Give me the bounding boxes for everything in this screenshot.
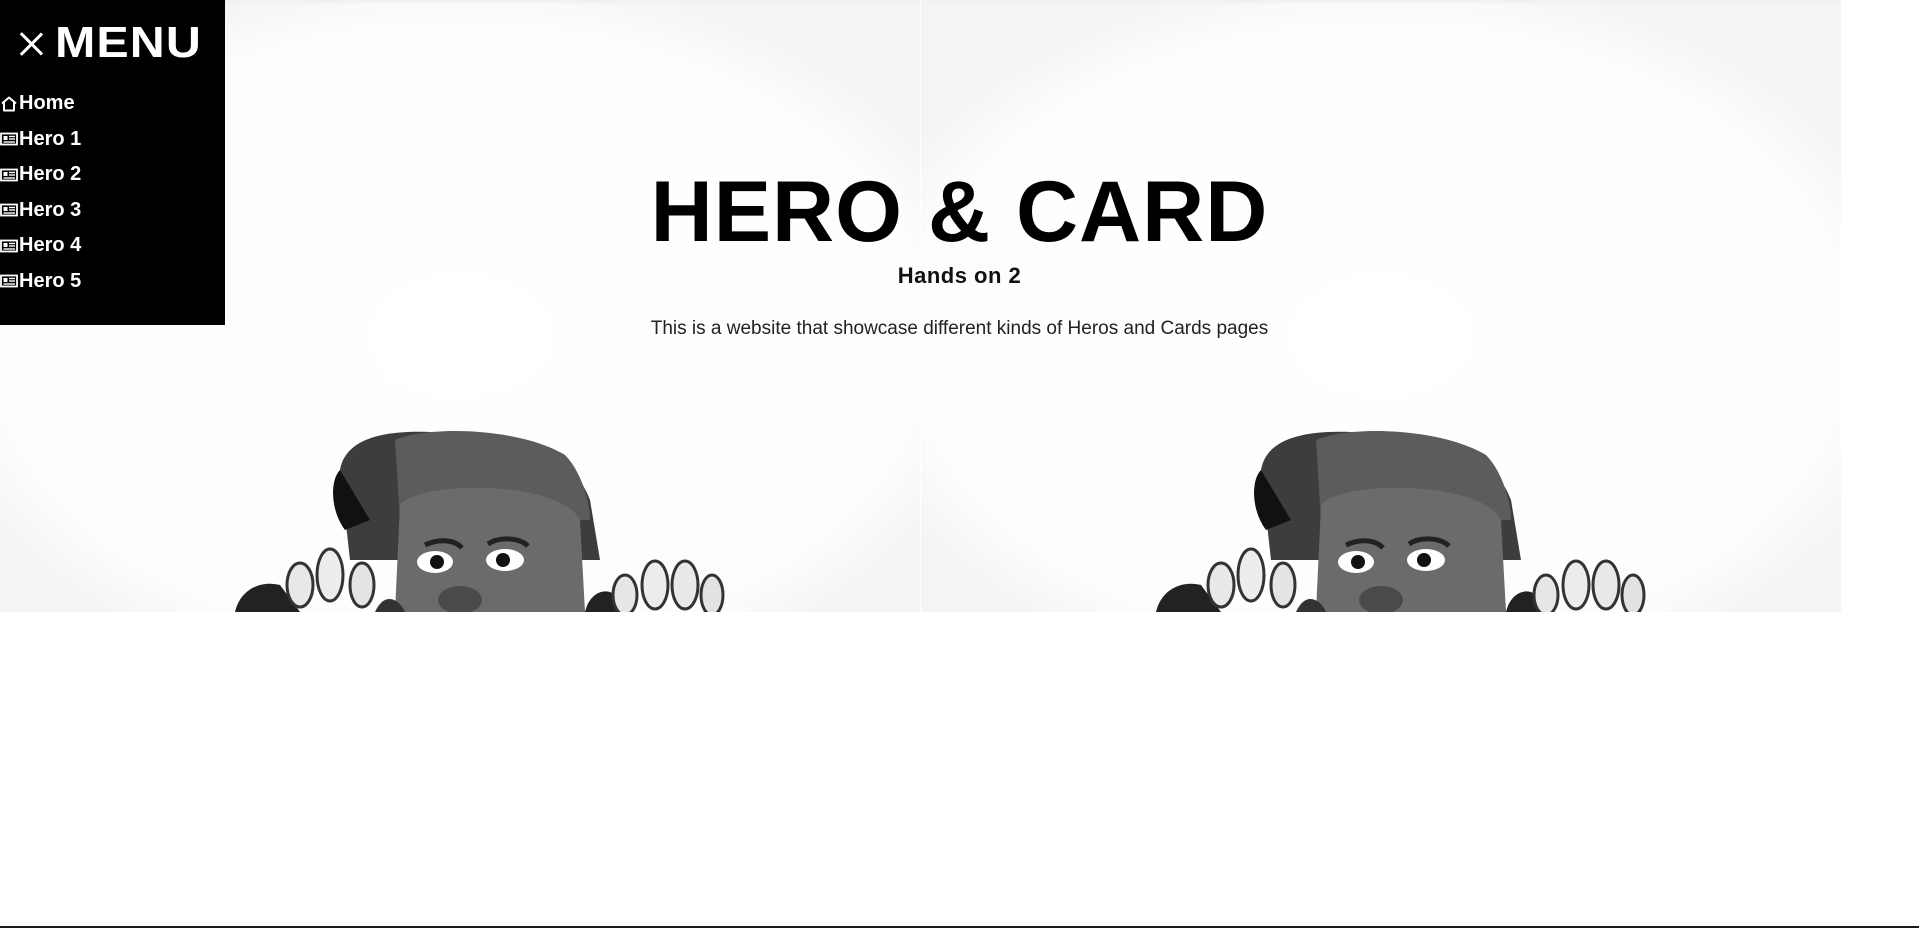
menu-item-label: Hero 4 — [19, 234, 82, 257]
menu-item-label: Hero 3 — [19, 198, 82, 221]
menu-item-label: Hero 2 — [19, 163, 82, 186]
menu-title: MENU — [55, 18, 202, 67]
id-card-icon — [0, 272, 18, 290]
menu-item-hero-2[interactable]: Hero 2 — [0, 157, 225, 193]
id-card-icon — [0, 201, 18, 219]
menu-item-label: Home — [19, 92, 75, 115]
menu-header: MENU — [0, 0, 225, 86]
menu-item-hero-3[interactable]: Hero 3 — [0, 193, 225, 229]
hero-background-image-right — [921, 0, 1841, 612]
hero-subtitle: Hands on 2 — [897, 263, 1022, 288]
menu-item-hero-4[interactable]: Hero 4 — [0, 228, 225, 264]
menu-item-label: Hero 1 — [19, 127, 82, 150]
menu-item-label: Hero 5 — [19, 269, 82, 292]
menu-list: Home Hero 1 Hero 2 Hero 3 Hero 4 Hero 5 — [0, 86, 225, 299]
home-icon — [0, 95, 18, 113]
close-icon[interactable] — [15, 27, 47, 59]
hero-title: HERO & CARD — [650, 164, 1269, 260]
id-card-icon — [0, 237, 18, 255]
side-menu: MENU Home Hero 1 Hero 2 Hero 3 Hero 4 He… — [0, 0, 225, 325]
hero-description: This is a website that showcase differen… — [650, 318, 1269, 339]
menu-item-home[interactable]: Home — [0, 86, 225, 122]
id-card-icon — [0, 166, 18, 184]
menu-item-hero-1[interactable]: Hero 1 — [0, 122, 225, 158]
id-card-icon — [0, 130, 18, 148]
page: HERO & CARD Hands on 2 This is a website… — [0, 0, 1919, 928]
menu-item-hero-5[interactable]: Hero 5 — [0, 264, 225, 300]
